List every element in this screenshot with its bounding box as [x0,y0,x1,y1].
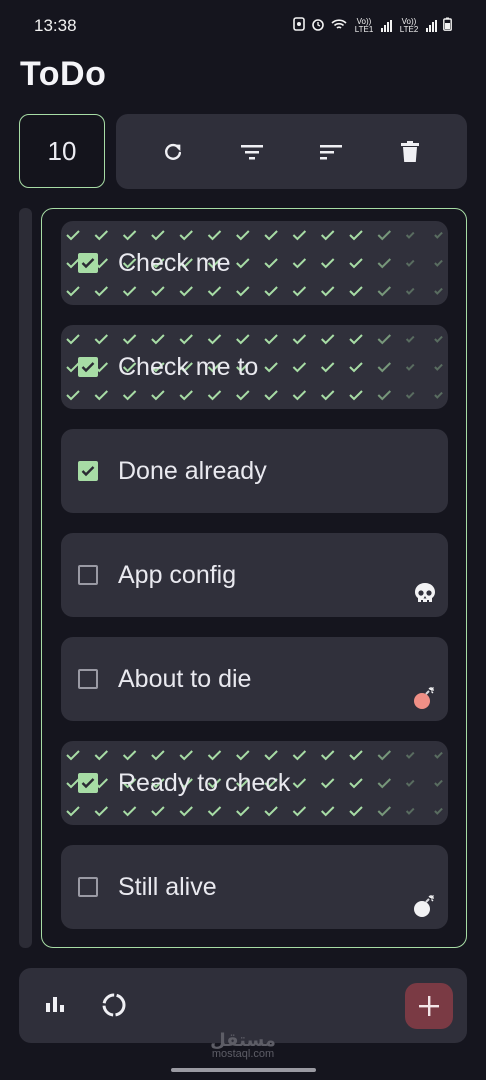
battery-icon [443,17,452,34]
progress-button[interactable] [101,992,127,1023]
task-card[interactable]: Check me [61,221,448,305]
task-checkbox[interactable] [78,773,98,793]
wifi-icon [331,18,347,34]
plus-icon [419,996,439,1016]
task-label: Check me [118,249,231,277]
task-card[interactable]: About to die [61,637,448,721]
add-task-button[interactable] [405,983,453,1029]
task-label: Check me to [118,353,259,381]
sim2-label: Vo)) LTE2 [399,16,419,34]
task-badge [412,269,438,295]
task-label: Ready to check [118,769,291,797]
task-card[interactable]: Still alive [61,845,448,929]
bar-chart-icon [46,997,64,1012]
alarm-icon [311,17,325,34]
task-label: App config [118,561,237,589]
status-bar: 13:38 Vo)) LTE1 Vo)) LTE2 [0,0,486,52]
bomb-icon [412,893,438,919]
task-card[interactable]: Ready to check [61,741,448,825]
task-checkbox[interactable] [78,357,98,377]
task-badge [412,477,438,503]
task-checkbox[interactable] [78,877,98,897]
gesture-bar[interactable] [171,1068,316,1072]
task-badge [412,373,438,399]
status-time: 13:38 [34,16,77,35]
refresh-icon [165,143,182,160]
task-checkbox[interactable] [78,669,98,689]
task-list: Check me Check me to Done already App co… [41,208,467,948]
skull-icon [412,581,438,607]
task-checkbox[interactable] [78,253,98,273]
task-label: About to die [118,665,252,693]
task-card[interactable]: Check me to [61,325,448,409]
stats-button[interactable] [44,993,66,1020]
scrollbar[interactable] [19,208,32,948]
task-checkbox[interactable] [78,565,98,585]
delete-icon [400,140,419,162]
signal-icon [381,19,392,32]
watermark-url: mostaql.com [211,1048,275,1060]
bomb-icon [412,685,438,711]
task-card[interactable]: Done already [61,429,448,513]
page-title: ToDo [20,55,107,93]
task-label: Done already [118,457,267,485]
filter-button[interactable] [230,130,274,174]
delete-button[interactable] [388,130,432,174]
task-count-value: 10 [47,135,77,166]
task-card[interactable]: App config [61,533,448,617]
sort-icon [319,144,342,159]
filter-icon [241,144,264,159]
progress-ring-icon [102,993,126,1017]
toolbar [116,114,467,189]
task-label: Still alive [118,873,217,901]
sort-button[interactable] [309,130,353,174]
task-badge [412,789,438,815]
task-count-box[interactable]: 10 [19,114,105,188]
screenshot-icon [293,17,305,34]
sim1-label: Vo)) LTE1 [354,16,374,34]
task-checkbox[interactable] [78,461,98,481]
status-icons: Vo)) LTE1 Vo)) LTE2 [293,17,452,34]
signal-icon [426,19,437,32]
refresh-button[interactable] [151,130,195,174]
